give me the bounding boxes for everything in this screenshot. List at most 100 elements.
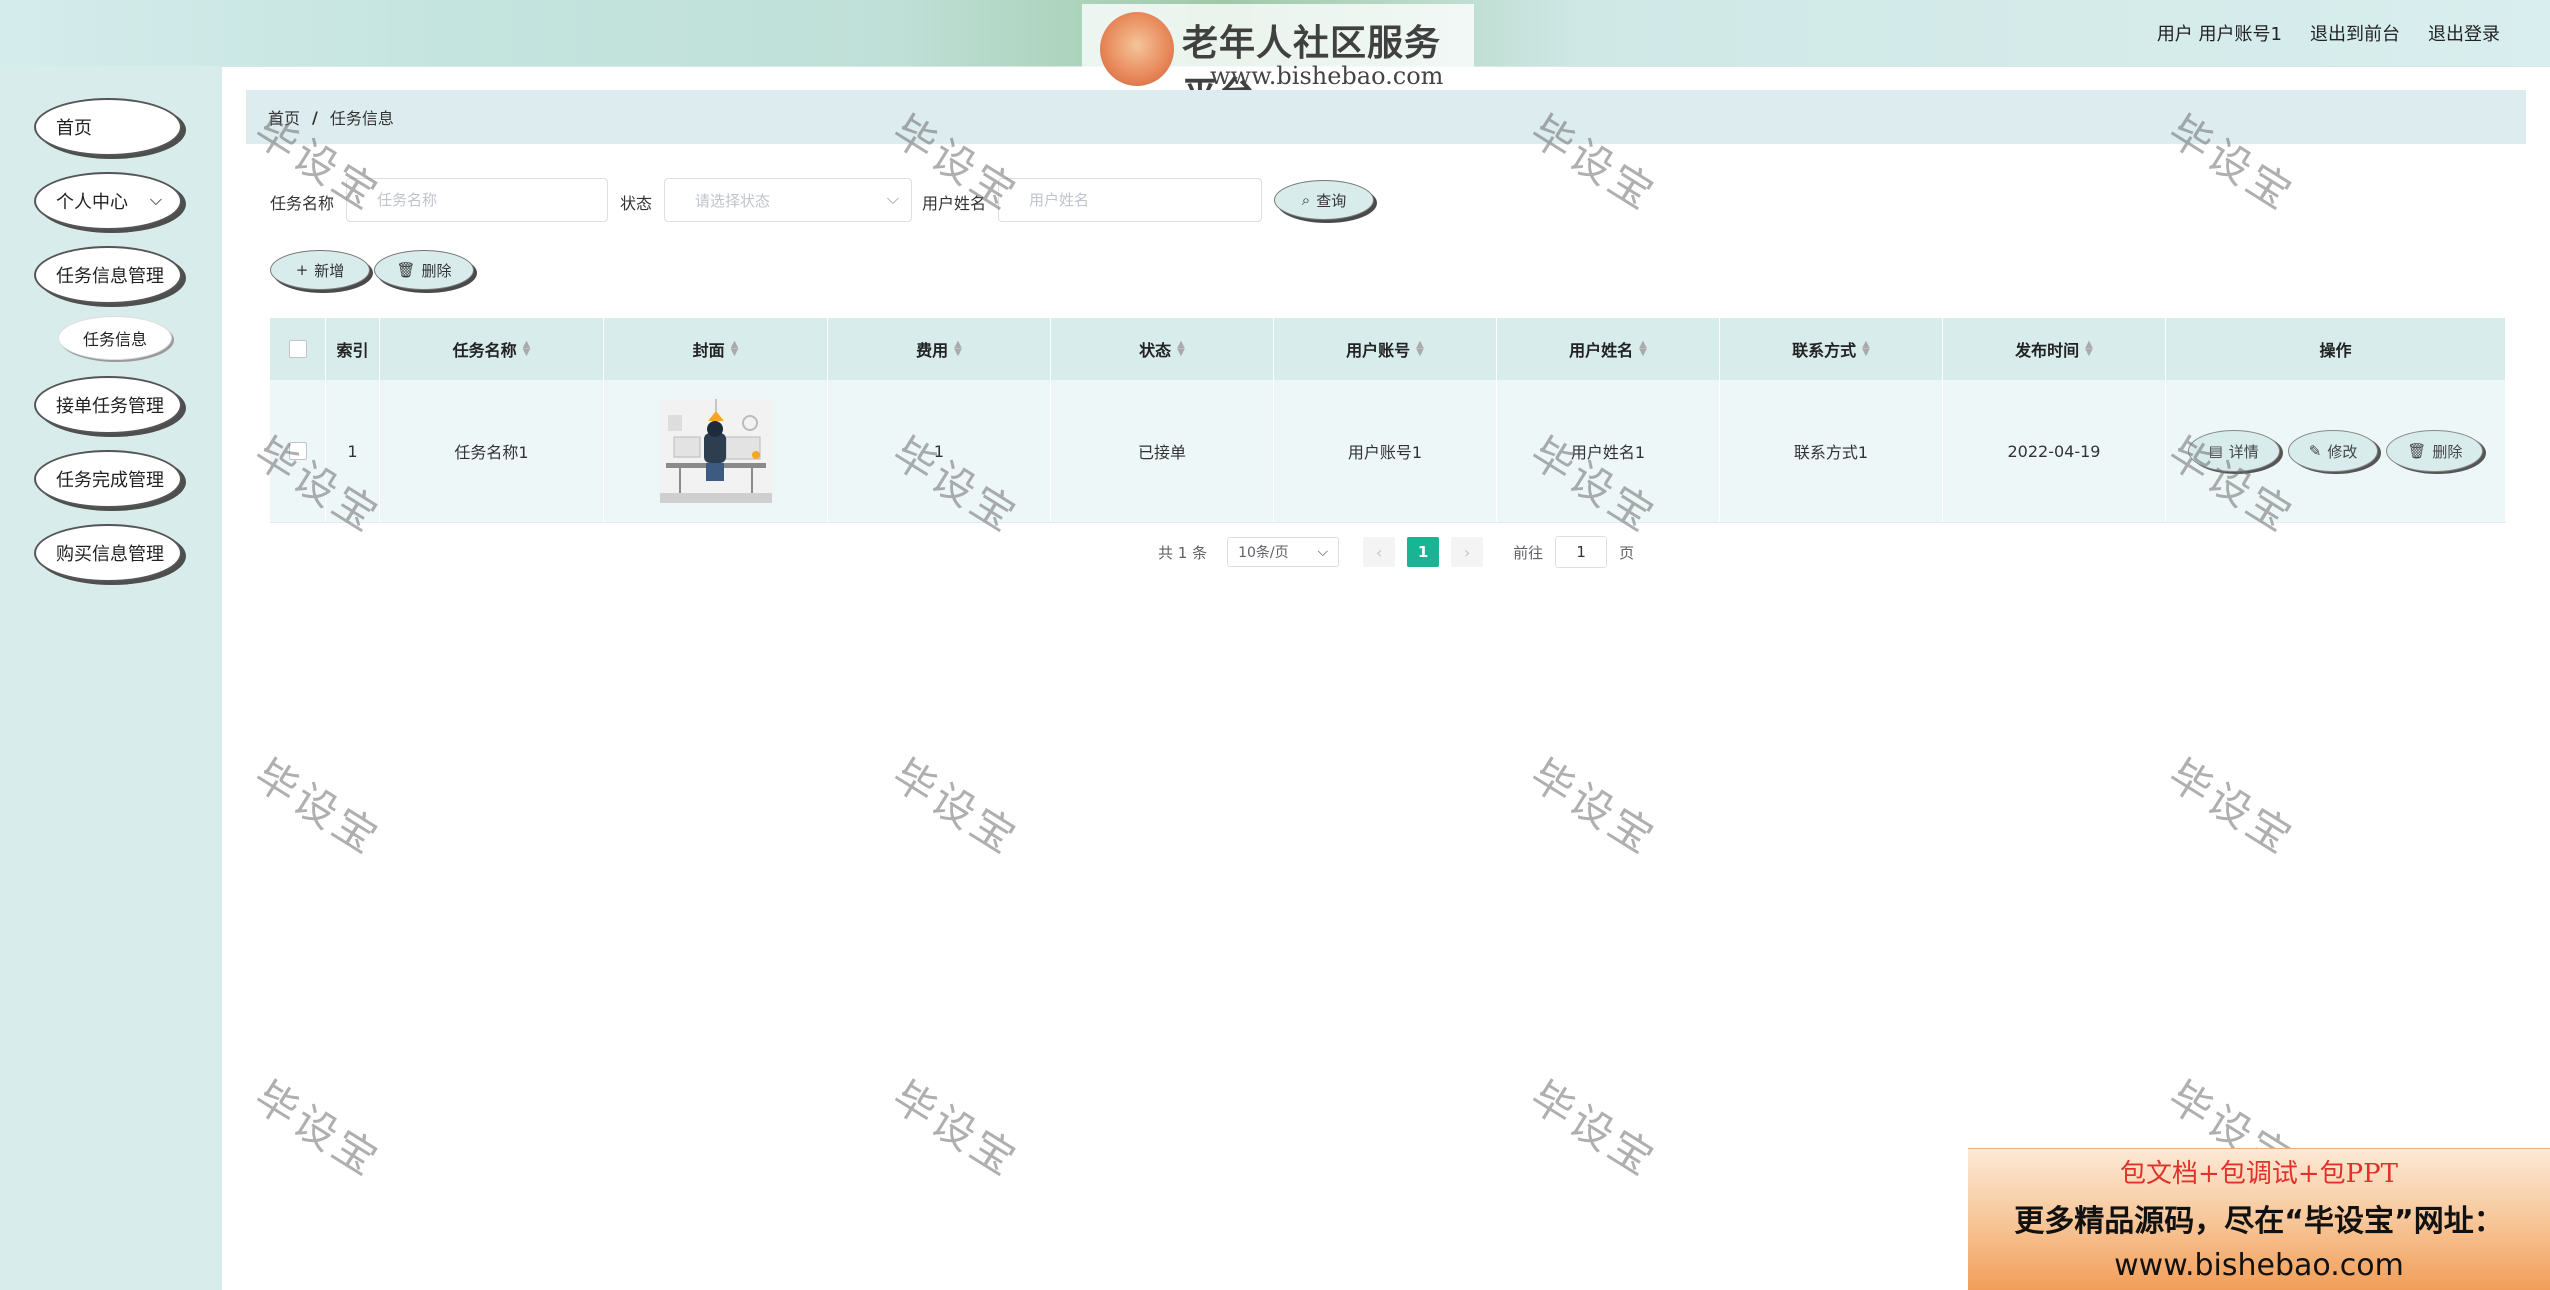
- column-header: 操作: [2166, 318, 2506, 380]
- search-button[interactable]: ⌕ 查询: [1274, 180, 1374, 220]
- sort-icon: ▲ ▼: [954, 339, 962, 358]
- watermark: 毕设宝: [2159, 749, 2303, 865]
- user-name-input[interactable]: [998, 178, 1262, 222]
- status-select-placeholder: 请选择状态: [695, 191, 771, 210]
- sidebar-subitem-task-info[interactable]: 任务信息: [58, 316, 172, 360]
- detail-button[interactable]: ▤ 详情: [2187, 430, 2280, 472]
- detail-button-label: 详情: [2228, 442, 2259, 461]
- trash-icon: 🗑: [2407, 442, 2427, 460]
- sidebar-item-label: 任务信息管理: [56, 266, 164, 287]
- task-cover-image: [659, 399, 772, 503]
- publish-time-cell: 2022-04-19: [1943, 380, 2166, 522]
- trash-icon: 🗑: [396, 261, 416, 279]
- user-name-filter-label: 用户姓名: [922, 194, 987, 213]
- promo-line-3: www.bishebao.com: [2114, 1248, 2404, 1283]
- column-header-label: 发布时间: [2015, 341, 2080, 360]
- breadcrumb-current: 任务信息: [329, 109, 394, 128]
- watermark: 毕设宝: [1521, 1071, 1665, 1187]
- back-to-front-link[interactable]: 退出到前台: [2310, 20, 2400, 46]
- add-button-label: 新增: [314, 261, 345, 280]
- table-row: 1 任务名称1 1 已接单 用户账号1 用户姓名1 联系方式1 2022-04-…: [270, 380, 2506, 523]
- user-name-cell: 用户姓名1: [1497, 380, 1720, 522]
- select-all-checkbox[interactable]: [288, 340, 307, 358]
- contact-cell: 联系方式1: [1720, 380, 1943, 522]
- column-header: 索引: [326, 318, 380, 380]
- next-page-button[interactable]: ›: [1451, 537, 1484, 567]
- sidebar-item-personal-center[interactable]: 个人中心 ⌵: [34, 172, 182, 230]
- task-table: 索引 任务名称 ▲ ▼ 封面 ▲ ▼ 费用 ▲ ▼ 状态 ▲ ▼ 用户账号 ▲ ▼ 用户姓名 ▲ ▼ 联…: [270, 318, 2506, 523]
- header-user-area: 用户 用户账号1 退出到前台 退出登录: [2157, 0, 2500, 66]
- plus-icon: +: [295, 261, 309, 279]
- column-header[interactable]: 发布时间 ▲ ▼: [1943, 318, 2166, 380]
- search-icon: ⌕: [1301, 191, 1311, 209]
- task-name-filter-label: 任务名称: [270, 194, 335, 213]
- chevron-down-icon: ⌵: [886, 189, 899, 208]
- sort-icon: ▲ ▼: [1862, 339, 1870, 358]
- batch-delete-button-label: 删除: [421, 261, 452, 280]
- logout-link[interactable]: 退出登录: [2428, 20, 2500, 46]
- sidebar-item-task-info-management[interactable]: 任务信息管理: [34, 246, 182, 304]
- watermark: 毕设宝: [245, 749, 389, 865]
- column-header[interactable]: 用户姓名 ▲ ▼: [1497, 318, 1720, 380]
- chevron-down-icon: ⌵: [149, 190, 162, 209]
- sort-icon: ▲ ▼: [730, 339, 739, 358]
- fee-cell: 1: [828, 380, 1051, 522]
- sort-icon: ▲ ▼: [2085, 339, 2093, 358]
- watermark: 毕设宝: [245, 1071, 389, 1187]
- page-size-value: 10条/页: [1238, 545, 1289, 561]
- sort-icon: ▲ ▼: [522, 339, 531, 358]
- page-number-current[interactable]: 1: [1407, 537, 1440, 567]
- column-header-label: 用户姓名: [1569, 341, 1634, 360]
- sidebar-item-accepted-task-management[interactable]: 接单任务管理: [34, 376, 182, 434]
- status-cell: 已接单: [1051, 380, 1274, 522]
- breadcrumb: 首页 / 任务信息: [246, 90, 2526, 144]
- promo-line-1: 包文档+包调试+包PPT: [2120, 1159, 2398, 1189]
- goto-label: 前往: [1513, 543, 1544, 562]
- add-button[interactable]: + 新增: [270, 250, 370, 290]
- row-checkbox[interactable]: [288, 442, 307, 460]
- column-header[interactable]: 状态 ▲ ▼: [1051, 318, 1274, 380]
- current-user-label: 用户 用户账号1: [2156, 24, 2282, 45]
- goto-page-input[interactable]: 1: [1555, 536, 1608, 568]
- column-header-label: 联系方式: [1792, 341, 1857, 360]
- document-icon: ▤: [2208, 442, 2223, 460]
- total-count: 共 1 条: [1158, 543, 1208, 562]
- task-name-cell: 任务名称1: [380, 380, 604, 522]
- column-header-label: 费用: [916, 341, 949, 360]
- sidebar: 首页 个人中心 ⌵ 任务信息管理 任务信息 接单任务管理 任务完成管理 购买信息…: [0, 66, 222, 1290]
- column-header[interactable]: 用户账号 ▲ ▼: [1274, 318, 1497, 380]
- table-header-row: 索引 任务名称 ▲ ▼ 封面 ▲ ▼ 费用 ▲ ▼ 状态 ▲ ▼ 用户账号 ▲ ▼ 用户姓名 ▲ ▼ 联…: [270, 318, 2506, 380]
- column-header[interactable]: 封面 ▲ ▼: [604, 318, 828, 380]
- column-header[interactable]: 任务名称 ▲ ▼: [380, 318, 604, 380]
- column-header[interactable]: 联系方式 ▲ ▼: [1720, 318, 1943, 380]
- sidebar-item-purchase-info-management[interactable]: 购买信息管理: [34, 524, 182, 582]
- promo-banner[interactable]: 包文档+包调试+包PPT 更多精品源码，尽在“毕设宝”网址： www.bishe…: [1968, 1148, 2550, 1290]
- column-header[interactable]: 费用 ▲ ▼: [828, 318, 1051, 380]
- batch-delete-button[interactable]: 🗑 删除: [374, 250, 474, 290]
- promo-line-2: 更多精品源码，尽在“毕设宝”网址：: [2014, 1204, 2504, 1239]
- edit-icon: ✎: [2308, 442, 2322, 460]
- breadcrumb-separator: /: [312, 107, 318, 127]
- column-header-label: 封面: [692, 341, 725, 360]
- column-header-label: 用户账号: [1346, 341, 1411, 360]
- prev-page-button[interactable]: ‹: [1363, 537, 1396, 567]
- row-select-cell: [270, 380, 326, 522]
- sidebar-item-label: 首页: [56, 118, 92, 139]
- sidebar-item-task-completion-management[interactable]: 任务完成管理: [34, 450, 182, 508]
- sidebar-subitem-label: 任务信息: [82, 330, 147, 349]
- watermark: 毕设宝: [1521, 749, 1665, 865]
- breadcrumb-home[interactable]: 首页: [268, 105, 300, 129]
- task-name-input[interactable]: [346, 178, 608, 222]
- status-filter-label: 状态: [620, 194, 653, 213]
- sidebar-item-label: 任务完成管理: [56, 470, 164, 491]
- operations-cell: ▤ 详情 ✎ 修改 🗑 删除: [2166, 380, 2506, 522]
- sidebar-item-label: 购买信息管理: [56, 544, 164, 565]
- cover-cell: [604, 380, 828, 522]
- row-delete-button[interactable]: 🗑 删除: [2386, 430, 2484, 472]
- sidebar-item-home[interactable]: 首页: [34, 98, 182, 156]
- edit-button[interactable]: ✎ 修改: [2287, 430, 2379, 472]
- index-cell: 1: [326, 380, 380, 522]
- status-select[interactable]: 请选择状态 ⌵: [664, 178, 912, 222]
- row-delete-button-label: 删除: [2432, 442, 2463, 461]
- page-size-select[interactable]: 10条/页 ⌵: [1227, 537, 1340, 567]
